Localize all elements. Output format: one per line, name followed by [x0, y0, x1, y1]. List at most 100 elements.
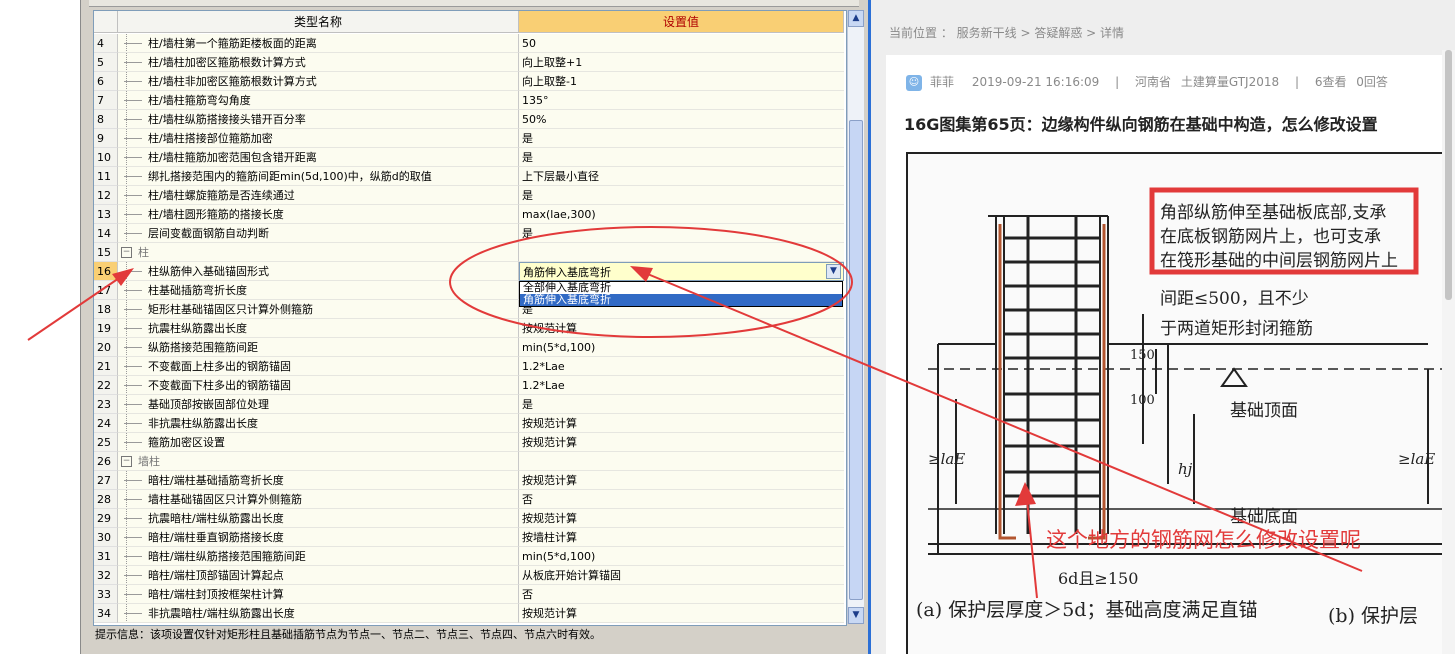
chevron-down-icon[interactable]: ▼ — [826, 264, 841, 279]
grid-row[interactable]: 7 柱/墙柱箍筋弯勾角度 135° — [94, 91, 844, 110]
anchor-type-combobox[interactable]: 角筋伸入基底弯折 ▼ — [519, 262, 844, 281]
row-value-cell[interactable] — [519, 243, 844, 262]
row-value-cell[interactable]: min(5*d,100) — [519, 338, 844, 357]
row-value-cell[interactable]: 是 — [519, 148, 844, 167]
row-name-cell[interactable]: 暗柱/端柱纵筋搭接范围箍筋间距 — [118, 547, 519, 566]
grid-row[interactable]: 34 非抗震暗柱/端柱纵筋露出长度 按规范计算 — [94, 604, 844, 623]
author-name[interactable]: 菲菲 — [930, 75, 954, 89]
row-value-cell[interactable]: 按规范计算 — [519, 471, 844, 490]
row-name-cell[interactable]: 柱/墙柱箍筋加密范围包含错开距离 — [118, 148, 519, 167]
row-value-cell[interactable]: 是 — [519, 186, 844, 205]
grid-group-row[interactable]: 26− 墙柱 — [94, 452, 844, 471]
page-scroll-thumb[interactable] — [1445, 50, 1452, 300]
row-value-cell[interactable]: 按规范计算 — [519, 319, 844, 338]
row-value-cell[interactable]: 向上取整+1 — [519, 53, 844, 72]
row-name-cell[interactable]: 层间变截面钢筋自动判断 — [118, 224, 519, 243]
grid-row[interactable]: 16 柱纵筋伸入基础锚固形式 角筋伸入基底弯折 ▼ — [94, 262, 844, 281]
grid-group-row[interactable]: 15− 柱 — [94, 243, 844, 262]
row-name-cell[interactable]: 抗震暗柱/端柱纵筋露出长度 — [118, 509, 519, 528]
column-header-name[interactable]: 类型名称 — [118, 11, 519, 33]
row-value-cell[interactable]: 上下层最小直径 — [519, 167, 844, 186]
row-name-cell[interactable]: 暗柱/端柱封顶按框架柱计算 — [118, 585, 519, 604]
row-name-cell[interactable]: 绑扎搭接范围内的箍筋间距min(5d,100)中，纵筋d的取值 — [118, 167, 519, 186]
row-name-cell[interactable]: 矩形柱基础锚固区只计算外侧箍筋 — [118, 300, 519, 319]
row-value-cell[interactable]: 1.2*Lae — [519, 357, 844, 376]
row-value-cell[interactable]: 50% — [519, 110, 844, 129]
row-name-cell[interactable]: 柱/墙柱非加密区箍筋根数计算方式 — [118, 72, 519, 91]
collapse-icon[interactable]: − — [121, 456, 132, 467]
grid-row[interactable]: 6 柱/墙柱非加密区箍筋根数计算方式 向上取整-1 — [94, 72, 844, 91]
grid-row[interactable]: 22 不变截面下柱多出的钢筋锚固 1.2*Lae — [94, 376, 844, 395]
grid-row[interactable]: 12 柱/墙柱螺旋箍筋是否连续通过 是 — [94, 186, 844, 205]
page-vertical-scrollbar[interactable] — [1442, 50, 1455, 654]
row-name-cell[interactable]: − 柱 — [118, 243, 519, 262]
dropdown-option-selected[interactable]: 角筋伸入基底弯折 — [520, 294, 842, 306]
row-value-cell[interactable] — [519, 452, 844, 471]
grid-row[interactable]: 5 柱/墙柱加密区箍筋根数计算方式 向上取整+1 — [94, 53, 844, 72]
grid-row[interactable]: 9 柱/墙柱搭接部位箍筋加密 是 — [94, 129, 844, 148]
scroll-thumb[interactable] — [849, 120, 863, 600]
row-name-cell[interactable]: 柱纵筋伸入基础锚固形式 — [118, 262, 519, 281]
scroll-down-button[interactable]: ▼ — [848, 607, 864, 624]
row-value-cell[interactable]: 是 — [519, 395, 844, 414]
grid-row[interactable]: 23 基础顶部按嵌固部位处理 是 — [94, 395, 844, 414]
row-name-cell[interactable]: 柱基础插筋弯折长度 — [118, 281, 519, 300]
row-value-cell[interactable]: 按规范计算 — [519, 414, 844, 433]
grid-vertical-scrollbar[interactable]: ▲ ▼ — [847, 10, 864, 624]
grid-row[interactable]: 13 柱/墙柱圆形箍筋的搭接长度 max(lae,300) — [94, 205, 844, 224]
grid-row[interactable]: 21 不变截面上柱多出的钢筋锚固 1.2*Lae — [94, 357, 844, 376]
grid-row[interactable]: 11 绑扎搭接范围内的箍筋间距min(5d,100)中，纵筋d的取值 上下层最小直径 — [94, 167, 844, 186]
grid-row[interactable]: 29 抗震暗柱/端柱纵筋露出长度 按规范计算 — [94, 509, 844, 528]
row-name-cell[interactable]: 纵筋搭接范围箍筋间距 — [118, 338, 519, 357]
row-name-cell[interactable]: − 墙柱 — [118, 452, 519, 471]
row-value-cell[interactable]: 按规范计算 — [519, 433, 844, 452]
collapse-icon[interactable]: − — [121, 247, 132, 258]
grid-row[interactable]: 20 纵筋搭接范围箍筋间距 min(5*d,100) — [94, 338, 844, 357]
row-value-cell[interactable]: 135° — [519, 91, 844, 110]
row-value-cell[interactable]: max(lae,300) — [519, 205, 844, 224]
grid-row[interactable]: 14 层间变截面钢筋自动判断 是 — [94, 224, 844, 243]
grid-row[interactable]: 25 箍筋加密区设置 按规范计算 — [94, 433, 844, 452]
anchor-type-dropdown-list[interactable]: 全部伸入基底弯折 角筋伸入基底弯折 — [519, 281, 843, 307]
row-name-cell[interactable]: 柱/墙柱箍筋弯勾角度 — [118, 91, 519, 110]
row-name-cell[interactable]: 暗柱/端柱顶部锚固计算起点 — [118, 566, 519, 585]
row-name-cell[interactable]: 柱/墙柱圆形箍筋的搭接长度 — [118, 205, 519, 224]
row-name-cell[interactable]: 柱/墙柱纵筋搭接接头错开百分率 — [118, 110, 519, 129]
grid-row[interactable]: 33 暗柱/端柱封顶按框架柱计算 否 — [94, 585, 844, 604]
grid-row[interactable]: 30 暗柱/端柱垂直钢筋搭接长度 按墙柱计算 — [94, 528, 844, 547]
row-name-cell[interactable]: 暗柱/端柱基础插筋弯折长度 — [118, 471, 519, 490]
row-value-cell[interactable]: 是 — [519, 224, 844, 243]
grid-row[interactable]: 27 暗柱/端柱基础插筋弯折长度 按规范计算 — [94, 471, 844, 490]
grid-row[interactable]: 10 柱/墙柱箍筋加密范围包含错开距离 是 — [94, 148, 844, 167]
row-name-cell[interactable]: 不变截面下柱多出的钢筋锚固 — [118, 376, 519, 395]
grid-row[interactable]: 31 暗柱/端柱纵筋搭接范围箍筋间距 min(5*d,100) — [94, 547, 844, 566]
row-name-cell[interactable]: 非抗震柱纵筋露出长度 — [118, 414, 519, 433]
grid-row[interactable]: 19 抗震柱纵筋露出长度 按规范计算 — [94, 319, 844, 338]
row-value-cell[interactable]: 向上取整-1 — [519, 72, 844, 91]
breadcrumb[interactable]: 当前位置 ： 服务新干线 > 答疑解惑 > 详情 — [889, 24, 1124, 41]
grid-row[interactable]: 4 柱/墙柱第一个箍筋距楼板面的距离 50 — [94, 34, 844, 53]
grid-row[interactable]: 28 墙柱基础锚固区只计算外侧箍筋 否 — [94, 490, 844, 509]
row-name-cell[interactable]: 箍筋加密区设置 — [118, 433, 519, 452]
row-value-cell[interactable]: 按规范计算 — [519, 604, 844, 623]
row-name-cell[interactable]: 基础顶部按嵌固部位处理 — [118, 395, 519, 414]
row-value-cell[interactable]: 按墙柱计算 — [519, 528, 844, 547]
row-value-cell[interactable]: min(5*d,100) — [519, 547, 844, 566]
row-value-cell[interactable]: 从板底开始计算锚固 — [519, 566, 844, 585]
row-value-cell[interactable]: 否 — [519, 585, 844, 604]
row-name-cell[interactable]: 柱/墙柱第一个箍筋距楼板面的距离 — [118, 34, 519, 53]
row-name-cell[interactable]: 柱/墙柱加密区箍筋根数计算方式 — [118, 53, 519, 72]
row-name-cell[interactable]: 不变截面上柱多出的钢筋锚固 — [118, 357, 519, 376]
row-value-cell[interactable]: 50 — [519, 34, 844, 53]
row-value-cell[interactable]: 否 — [519, 490, 844, 509]
row-name-cell[interactable]: 抗震柱纵筋露出长度 — [118, 319, 519, 338]
row-name-cell[interactable]: 柱/墙柱搭接部位箍筋加密 — [118, 129, 519, 148]
row-name-cell[interactable]: 暗柱/端柱垂直钢筋搭接长度 — [118, 528, 519, 547]
grid-row[interactable]: 24 非抗震柱纵筋露出长度 按规范计算 — [94, 414, 844, 433]
row-name-cell[interactable]: 非抗震暗柱/端柱纵筋露出长度 — [118, 604, 519, 623]
row-value-cell[interactable]: 1.2*Lae — [519, 376, 844, 395]
grid-row[interactable]: 32 暗柱/端柱顶部锚固计算起点 从板底开始计算锚固 — [94, 566, 844, 585]
row-value-cell[interactable]: 是 — [519, 129, 844, 148]
row-name-cell[interactable]: 墙柱基础锚固区只计算外侧箍筋 — [118, 490, 519, 509]
row-value-cell[interactable]: 按规范计算 — [519, 509, 844, 528]
